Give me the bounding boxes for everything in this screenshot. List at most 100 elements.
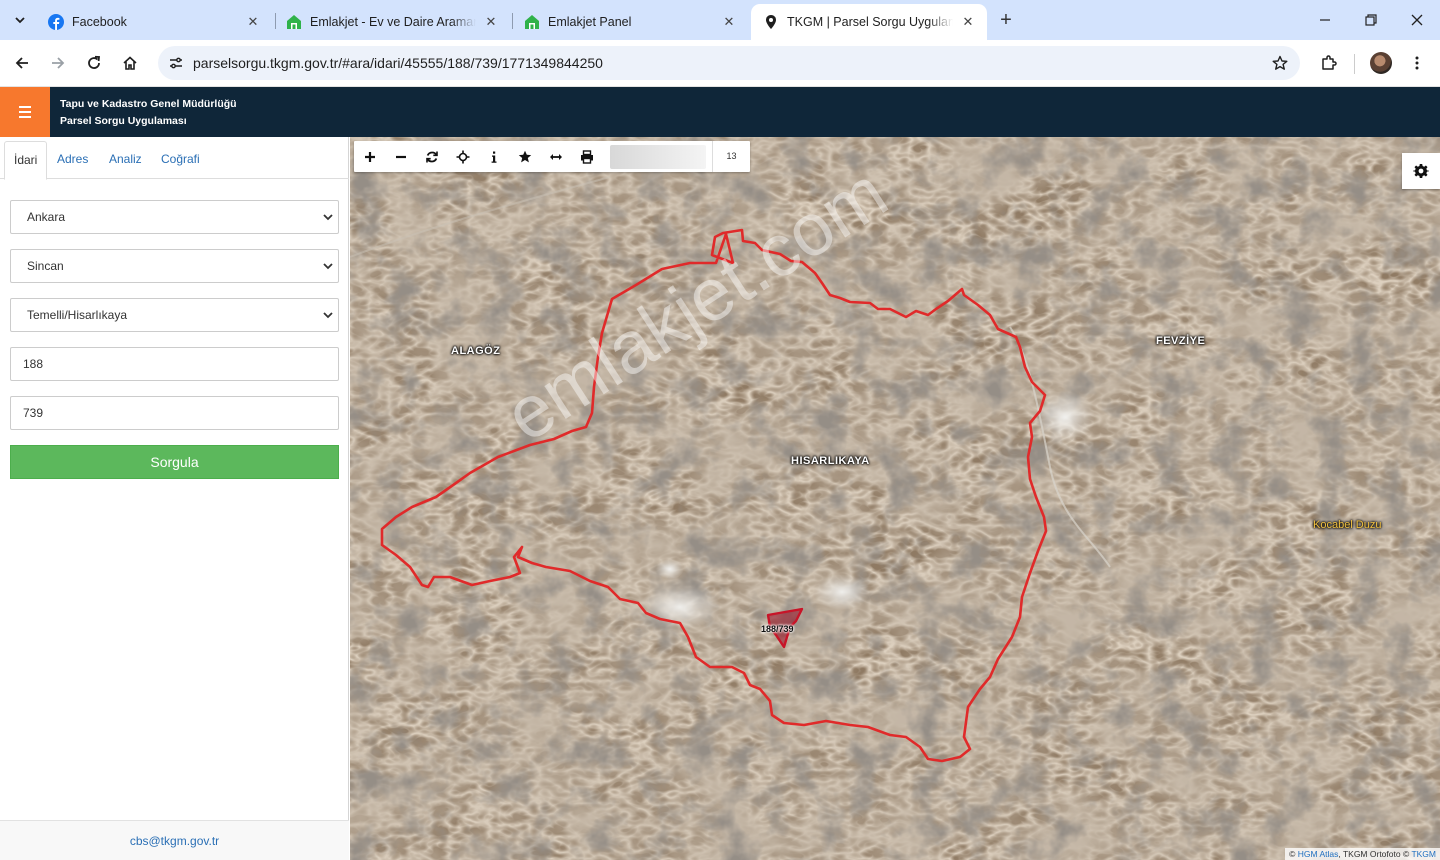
block-number-value: 188 [23, 357, 44, 371]
close-tab-icon[interactable]: ✕ [720, 13, 738, 31]
crosshair-icon [456, 150, 469, 163]
chevron-down-icon [15, 17, 25, 24]
emlakjet-house-icon [525, 15, 539, 29]
tab-search-button[interactable] [6, 6, 34, 34]
tab-idari[interactable]: İdari [4, 141, 48, 180]
star-icon [518, 150, 531, 162]
app-header: Tapu ve Kadastro Genel Müdürlüğü Parsel … [0, 87, 1440, 137]
puzzle-icon [1322, 55, 1337, 70]
place-label-hisarlikaya: HISARLIKAYA [791, 455, 870, 467]
tab-title: Facebook [72, 15, 127, 29]
close-tab-icon[interactable]: ✕ [959, 13, 977, 31]
star-outline-icon [1272, 55, 1288, 70]
facebook-icon [48, 14, 64, 30]
org-name: Tapu ve Kadastro Genel Müdürlüğü [60, 98, 237, 110]
tkgm-link[interactable]: TKGM [1411, 849, 1436, 859]
close-window-button[interactable] [1405, 8, 1429, 32]
refresh-map-button[interactable] [416, 141, 447, 172]
gear-icon [1413, 164, 1429, 178]
tune-icon [170, 57, 182, 69]
forward-button[interactable] [44, 49, 72, 77]
browser-tab-tkgm[interactable]: TKGM | Parsel Sorgu Uygulaması ✕ [751, 4, 987, 40]
tab-analiz[interactable]: Analiz [100, 141, 151, 179]
minimize-window-button[interactable] [1313, 8, 1337, 32]
district-select[interactable]: Sincan [10, 249, 339, 283]
panel-tabs: İdari Adres Analiz Coğrafi [0, 137, 349, 180]
minus-icon [395, 155, 406, 158]
chevron-down-icon [323, 263, 333, 270]
app-title: Tapu ve Kadastro Genel Müdürlüğü Parsel … [60, 96, 237, 130]
bookmark-button[interactable] [1270, 53, 1290, 73]
place-label-kocabel: Kocabel Duzu [1313, 519, 1382, 531]
chevron-down-icon [323, 214, 333, 221]
block-number-input[interactable]: 188 [10, 347, 339, 381]
extensions-button[interactable] [1316, 50, 1342, 76]
print-button[interactable] [571, 141, 602, 172]
map-attribution: © HGM Atlas, TKGM Ortofoto © TKGM [1285, 848, 1440, 860]
profile-avatar[interactable] [1370, 52, 1392, 74]
map-settings-button[interactable] [1402, 153, 1440, 189]
query-panel: İdari Adres Analiz Coğrafi Ankara Sincan… [0, 137, 349, 860]
toolbar-divider [1354, 54, 1355, 74]
tab-cografi[interactable]: Coğrafi [152, 141, 209, 179]
contact-email-link[interactable]: cbs@tkgm.gov.tr [130, 834, 219, 848]
close-tab-icon[interactable]: ✕ [482, 13, 500, 31]
neighborhood-value: Temelli/Hisarlıkaya [27, 308, 128, 322]
back-button[interactable] [8, 49, 36, 77]
reload-button[interactable] [80, 49, 108, 77]
address-bar[interactable]: parselsorgu.tkgm.gov.tr/#ara/idari/45555… [158, 46, 1300, 80]
browser-toolbar: parselsorgu.tkgm.gov.tr/#ara/idari/45555… [0, 40, 1440, 87]
home-icon [123, 56, 137, 70]
arrows-horizontal-icon [549, 153, 562, 160]
close-tab-icon[interactable]: ✕ [244, 13, 262, 31]
refresh-icon [425, 151, 438, 162]
zoom-out-button[interactable] [385, 141, 416, 172]
query-button[interactable]: Sorgula [10, 445, 339, 479]
hgm-atlas-link[interactable]: HGM Atlas [1298, 849, 1339, 859]
browser-tab-emlakjet[interactable]: Emlakjet - Ev ve Daire Aramanın ✕ [274, 4, 510, 40]
map-view[interactable]: emlakjet.com ALAGÖZ FEVZİYE HISARLIKAYA … [350, 137, 1440, 860]
plus-icon [364, 151, 375, 162]
home-button[interactable] [116, 49, 144, 77]
panel-footer: cbs@tkgm.gov.tr [0, 820, 349, 860]
reload-icon [88, 55, 100, 69]
new-tab-button[interactable]: + [994, 8, 1018, 32]
zoom-in-button[interactable] [354, 141, 385, 172]
restore-window-button[interactable] [1359, 8, 1383, 32]
map-search-input[interactable] [610, 144, 706, 169]
favorites-button[interactable] [509, 141, 540, 172]
minimize-icon [1320, 19, 1330, 21]
arrow-right-icon [52, 57, 65, 69]
restore-icon [1365, 14, 1377, 26]
parcel-number-value: 739 [23, 406, 44, 420]
province-value: Ankara [27, 210, 66, 224]
hamburger-icon [19, 106, 31, 108]
measure-button[interactable] [540, 141, 571, 172]
browser-tab-strip: Facebook ✕ Emlakjet - Ev ve Daire Araman… [0, 0, 1440, 40]
url-text: parselsorgu.tkgm.gov.tr/#ara/idari/45555… [193, 55, 603, 71]
arrow-left-icon [15, 57, 28, 69]
chevron-down-icon [323, 312, 333, 319]
province-select[interactable]: Ankara [10, 200, 339, 234]
printer-icon [580, 149, 593, 164]
tab-adres[interactable]: Adres [48, 141, 97, 179]
parcel-label[interactable]: 188/739 [761, 624, 794, 634]
more-vert-icon [1415, 56, 1419, 70]
place-label-fevziye: FEVZİYE [1156, 335, 1206, 347]
tab-title: TKGM | Parsel Sorgu Uygulaması [787, 15, 953, 29]
district-value: Sincan [27, 259, 64, 273]
browser-tab-facebook[interactable]: Facebook ✕ [36, 4, 272, 40]
menu-toggle-button[interactable] [0, 87, 50, 137]
browser-menu-button[interactable] [1404, 50, 1430, 76]
emlakjet-house-icon [287, 15, 301, 29]
neighborhood-select[interactable]: Temelli/Hisarlıkaya [10, 298, 339, 332]
info-button[interactable] [478, 141, 509, 172]
locate-button[interactable] [447, 141, 478, 172]
zoom-level-indicator: 13 [712, 141, 750, 172]
location-pin-icon [766, 15, 776, 29]
app-name: Parsel Sorgu Uygulaması [60, 115, 187, 127]
parcel-number-input[interactable]: 739 [10, 396, 339, 430]
site-info-button[interactable] [166, 53, 186, 73]
tab-title: Emlakjet Panel [548, 15, 632, 29]
browser-tab-emlakjet-panel[interactable]: Emlakjet Panel ✕ [512, 4, 748, 40]
